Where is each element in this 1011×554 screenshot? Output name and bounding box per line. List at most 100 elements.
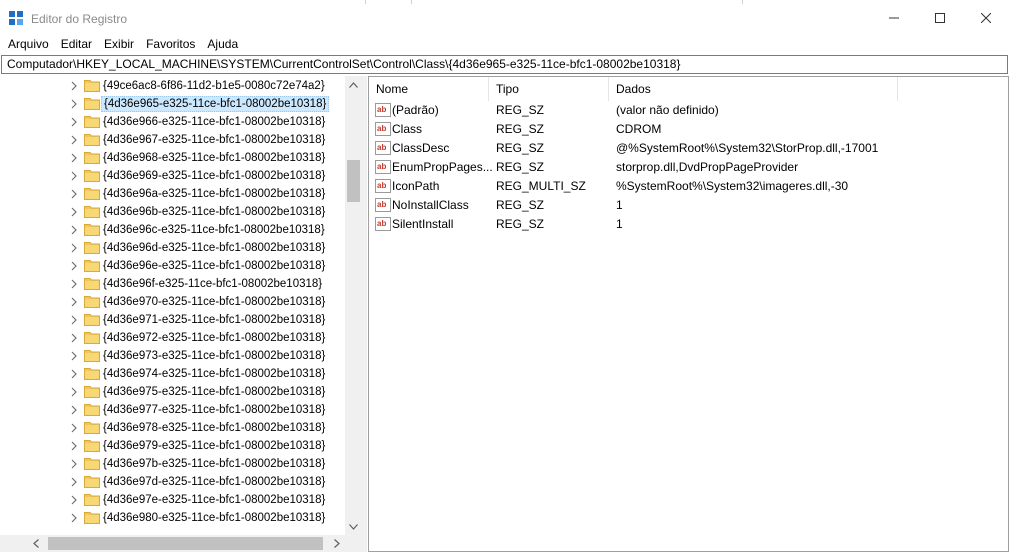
- value-row[interactable]: ab ClassDesc REG_SZ @%SystemRoot%\System32\…: [369, 139, 1009, 158]
- menu-arquivo[interactable]: Arquivo: [2, 36, 55, 54]
- svg-text:ab: ab: [377, 162, 386, 171]
- address-bar[interactable]: Computador\HKEY_LOCAL_MACHINE\SYSTEM\Cur…: [1, 55, 1008, 74]
- column-header-type[interactable]: Tipo: [489, 77, 609, 101]
- divider: [365, 0, 366, 4]
- tree-vertical-scrollbar[interactable]: [345, 76, 362, 535]
- menu-editar[interactable]: Editar: [55, 36, 98, 54]
- chevron-right-icon[interactable]: [69, 171, 79, 181]
- chevron-right-icon[interactable]: [69, 405, 79, 415]
- tree-item-label: {4d36e97d-e325-11ce-bfc1-08002be10318}: [103, 476, 326, 488]
- tree-item[interactable]: {4d36e974-e325-11ce-bfc1-08002be10318}: [0, 365, 345, 383]
- chevron-right-icon[interactable]: [69, 333, 79, 343]
- chevron-right-icon[interactable]: [69, 387, 79, 397]
- tree-item[interactable]: {4d36e980-e325-11ce-bfc1-08002be10318}: [0, 509, 345, 527]
- tree-item[interactable]: {4d36e977-e325-11ce-bfc1-08002be10318}: [0, 401, 345, 419]
- pane-splitter[interactable]: [362, 76, 367, 552]
- tree-item[interactable]: {49ce6ac8-6f86-11d2-b1e5-0080c72e74a2}: [0, 77, 345, 95]
- folder-icon: [84, 206, 100, 218]
- chevron-right-icon[interactable]: [69, 351, 79, 361]
- scroll-down-arrow[interactable]: [345, 518, 362, 535]
- registry-editor-icon: [9, 11, 23, 25]
- tree-item[interactable]: {4d36e96e-e325-11ce-bfc1-08002be10318}: [0, 257, 345, 275]
- column-header-name[interactable]: Nome: [369, 77, 489, 101]
- value-data: 1: [616, 217, 623, 231]
- tree-item[interactable]: {4d36e968-e325-11ce-bfc1-08002be10318}: [0, 149, 345, 167]
- tree-item[interactable]: {4d36e96a-e325-11ce-bfc1-08002be10318}: [0, 185, 345, 203]
- tree-item[interactable]: {4d36e96f-e325-11ce-bfc1-08002be10318}: [0, 275, 345, 293]
- minimize-button[interactable]: [871, 0, 917, 36]
- menu-favoritos[interactable]: Favoritos: [140, 36, 201, 54]
- value-name: SilentInstall: [392, 217, 454, 231]
- tree-item[interactable]: {4d36e97b-e325-11ce-bfc1-08002be10318}: [0, 455, 345, 473]
- chevron-right-icon[interactable]: [69, 225, 79, 235]
- chevron-right-icon[interactable]: [69, 135, 79, 145]
- tree-item[interactable]: {4d36e969-e325-11ce-bfc1-08002be10318}: [0, 167, 345, 185]
- chevron-right-icon[interactable]: [69, 261, 79, 271]
- value-row[interactable]: ab SilentInstall REG_SZ 1: [369, 215, 1009, 234]
- chevron-right-icon[interactable]: [69, 423, 79, 433]
- folder-icon: [84, 116, 100, 128]
- tree-item[interactable]: {4d36e978-e325-11ce-bfc1-08002be10318}: [0, 419, 345, 437]
- scroll-up-arrow[interactable]: [345, 76, 362, 93]
- tree-item[interactable]: {4d36e971-e325-11ce-bfc1-08002be10318}: [0, 311, 345, 329]
- chevron-right-icon[interactable]: [69, 495, 79, 505]
- tree-item[interactable]: {4d36e979-e325-11ce-bfc1-08002be10318}: [0, 437, 345, 455]
- value-row[interactable]: ab Class REG_SZ CDROM: [369, 120, 1009, 139]
- folder-icon: [84, 314, 100, 326]
- menu-exibir[interactable]: Exibir: [98, 36, 140, 54]
- string-value-icon: ab: [375, 179, 391, 193]
- chevron-right-icon[interactable]: [69, 513, 79, 523]
- chevron-right-icon[interactable]: [69, 99, 79, 109]
- tree-item[interactable]: {4d36e966-e325-11ce-bfc1-08002be10318}: [0, 113, 345, 131]
- value-name: IconPath: [392, 179, 440, 193]
- folder-icon: [84, 512, 100, 524]
- chevron-right-icon[interactable]: [69, 441, 79, 451]
- value-type: REG_SZ: [496, 103, 545, 117]
- tree-item[interactable]: {4d36e975-e325-11ce-bfc1-08002be10318}: [0, 383, 345, 401]
- value-row[interactable]: ab EnumPropPages... REG_SZ storprop.dll,Dvd…: [369, 158, 1009, 177]
- chevron-right-icon[interactable]: [69, 117, 79, 127]
- close-button[interactable]: [963, 0, 1009, 36]
- tree-item-label: {4d36e96f-e325-11ce-bfc1-08002be10318}: [103, 278, 323, 290]
- column-header-data[interactable]: Dados: [609, 77, 898, 101]
- tree-item[interactable]: {4d36e97d-e325-11ce-bfc1-08002be10318}: [0, 473, 345, 491]
- chevron-right-icon[interactable]: [69, 369, 79, 379]
- scroll-right-arrow[interactable]: [328, 535, 345, 552]
- chevron-right-icon[interactable]: [69, 279, 79, 289]
- tree-item[interactable]: {4d36e972-e325-11ce-bfc1-08002be10318}: [0, 329, 345, 347]
- tree-item[interactable]: {4d36e965-e325-11ce-bfc1-08002be10318}: [0, 95, 345, 113]
- key-tree: {49ce6ac8-6f86-11d2-b1e5-0080c72e74a2} {4…: [0, 76, 362, 550]
- scroll-left-arrow[interactable]: [27, 535, 44, 552]
- tree-item[interactable]: {4d36e967-e325-11ce-bfc1-08002be10318}: [0, 131, 345, 149]
- scroll-thumb[interactable]: [48, 537, 323, 550]
- tree-item[interactable]: {4d36e96d-e325-11ce-bfc1-08002be10318}: [0, 239, 345, 257]
- minimize-icon: [889, 17, 899, 19]
- chevron-right-icon[interactable]: [69, 459, 79, 469]
- chevron-right-icon[interactable]: [69, 315, 79, 325]
- maximize-button[interactable]: [917, 0, 963, 36]
- chevron-right-icon[interactable]: [69, 243, 79, 253]
- menu-ajuda[interactable]: Ajuda: [201, 36, 244, 54]
- tree-item[interactable]: {4d36e973-e325-11ce-bfc1-08002be10318}: [0, 347, 345, 365]
- chevron-right-icon[interactable]: [69, 207, 79, 217]
- folder-icon: [84, 458, 100, 470]
- chevron-right-icon[interactable]: [69, 153, 79, 163]
- tree-item-label: {4d36e973-e325-11ce-bfc1-08002be10318}: [103, 350, 326, 362]
- tree-item[interactable]: {4d36e96c-e325-11ce-bfc1-08002be10318}: [0, 221, 345, 239]
- tree-item[interactable]: {4d36e96b-e325-11ce-bfc1-08002be10318}: [0, 203, 345, 221]
- value-row[interactable]: ab (Padrão) REG_SZ (valor não definido): [369, 101, 1009, 120]
- value-row[interactable]: ab NoInstallClass REG_SZ 1: [369, 196, 1009, 215]
- chevron-right-icon[interactable]: [69, 189, 79, 199]
- string-value-icon: ab: [375, 217, 391, 231]
- chevron-right-icon[interactable]: [69, 477, 79, 487]
- chevron-right-icon[interactable]: [69, 81, 79, 91]
- chevron-right-icon[interactable]: [69, 297, 79, 307]
- tree-item[interactable]: {4d36e97e-e325-11ce-bfc1-08002be10318}: [0, 491, 345, 509]
- tree-item[interactable]: {4d36e970-e325-11ce-bfc1-08002be10318}: [0, 293, 345, 311]
- folder-icon: [84, 260, 100, 272]
- scroll-thumb[interactable]: [347, 160, 360, 202]
- svg-text:ab: ab: [377, 143, 386, 152]
- value-row[interactable]: ab IconPath REG_MULTI_SZ %SystemRoot%\Syste…: [369, 177, 1009, 196]
- tree-item-label: {4d36e97b-e325-11ce-bfc1-08002be10318}: [103, 458, 326, 470]
- tree-horizontal-scrollbar[interactable]: [0, 535, 345, 552]
